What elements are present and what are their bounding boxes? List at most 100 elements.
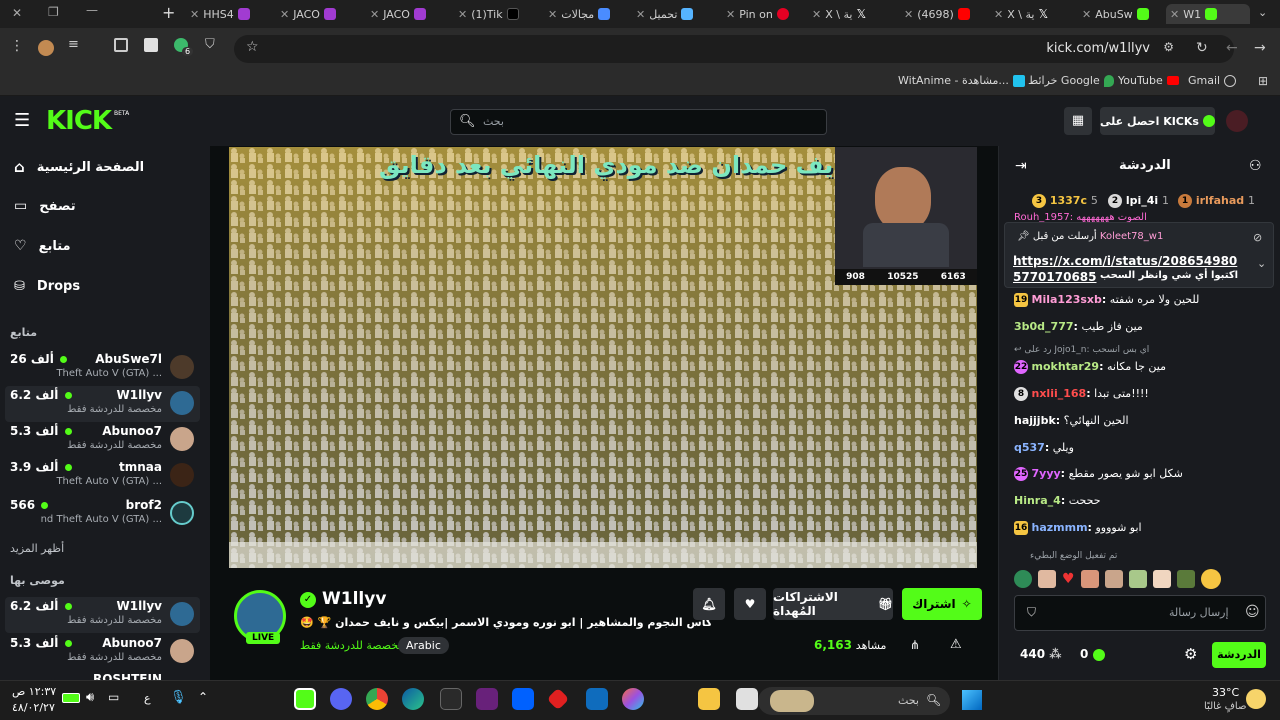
taskview-icon[interactable] xyxy=(736,688,758,710)
search-bar[interactable]: 🔍︎ بحث xyxy=(450,109,827,135)
kick-logo[interactable]: KICK xyxy=(46,106,112,136)
extension-avatar-icon[interactable] xyxy=(38,40,54,56)
video-player[interactable]: نايف حمدان ضد مودي النهائي بعد دقايق 908… xyxy=(229,147,977,568)
tab-search-icon[interactable]: ⌄ xyxy=(1258,6,1267,19)
sidebar-channel[interactable]: 3.9 ألف tmnaa Theft Auto V (GTA) ... xyxy=(5,458,200,494)
notifications-button[interactable]: 🔔︎ xyxy=(693,588,725,620)
clips-button[interactable]: ▦ xyxy=(1064,107,1092,135)
browser-tab[interactable]: ✕ (1)Tik xyxy=(458,4,538,24)
tray-chevron-icon[interactable]: ⌃ xyxy=(198,690,208,704)
emote-icon[interactable] xyxy=(1038,570,1056,588)
show-more-link[interactable]: أظهر المزيد xyxy=(10,542,64,555)
battery-icon[interactable] xyxy=(62,693,80,703)
extension-tv-icon[interactable] xyxy=(144,38,158,52)
emote-icon[interactable] xyxy=(1176,570,1195,588)
monitor-icon[interactable]: ▭ xyxy=(108,690,119,704)
gift-subs-button[interactable]: الاشتراكات المُهداة 🎁︎ xyxy=(773,588,893,620)
chat-input[interactable]: ⛉ إرسال رسالة ☺ xyxy=(1014,595,1266,631)
nav-browse[interactable]: ▭ تصفح xyxy=(14,198,76,214)
language-indicator[interactable]: ع xyxy=(144,692,151,705)
outlook-icon[interactable] xyxy=(586,688,608,710)
bookmark-star-icon[interactable]: ☆ xyxy=(246,39,259,55)
sidebar-channel-active[interactable]: 6.2 ألف W1llyv مخصصة للدردشة فقط xyxy=(5,597,200,633)
hamburger-menu-icon[interactable]: ☰ xyxy=(14,110,30,131)
leaderboard-item[interactable]: 2 lpi_4i 1 xyxy=(1108,194,1169,208)
expand-pinned-icon[interactable]: ⌄ xyxy=(1257,257,1266,270)
clock-date[interactable]: ٤٨/٠٢/٢٧ xyxy=(12,701,55,714)
browser-tab[interactable]: ✕ مجالات xyxy=(548,4,628,24)
new-tab-button[interactable]: + xyxy=(162,3,175,22)
get-kicks-button[interactable]: احصل على KICKs xyxy=(1100,107,1215,135)
subscribe-button[interactable]: اشتراك ✧ xyxy=(902,588,982,620)
users-icon[interactable]: ⚇ xyxy=(1249,158,1262,174)
restore-window-icon[interactable]: ❐ xyxy=(48,5,59,19)
close-window-icon[interactable]: ✕ xyxy=(12,6,22,20)
emote-icon[interactable] xyxy=(1152,570,1171,588)
search-icon[interactable]: 🔍︎ xyxy=(459,114,476,129)
user-avatar[interactable] xyxy=(1226,110,1248,132)
site-settings-icon[interactable]: ⚙ xyxy=(1163,40,1174,54)
stream-category[interactable]: مخصصة للدردشة فقط xyxy=(300,639,404,652)
epic-games-icon[interactable] xyxy=(440,688,462,710)
chrome-icon[interactable] xyxy=(366,688,388,710)
emote-icon[interactable] xyxy=(1080,570,1099,588)
browser-tab[interactable]: ✕ تحميل xyxy=(636,4,716,24)
sidebar-channel[interactable]: 26 ألف AbuSwe7l Theft Auto V (GTA) ... xyxy=(5,350,200,386)
taskbar-search[interactable]: 🔍︎ بحث xyxy=(758,687,950,715)
weather-icon[interactable] xyxy=(1246,689,1266,709)
channel-title[interactable]: W1llyv xyxy=(322,589,386,609)
emote-icon[interactable] xyxy=(1014,570,1032,588)
windows-start-icon[interactable] xyxy=(962,690,982,710)
sidebar-channel[interactable]: 566 brof2 nd Theft Auto V (GTA) ... xyxy=(5,496,200,532)
copilot-icon[interactable] xyxy=(622,688,644,710)
leaderboard-item[interactable]: 1 irlfahad 1 xyxy=(1178,194,1255,208)
collapse-chat-icon[interactable]: ⇥ xyxy=(1015,158,1027,174)
bookmarks-apps-icon[interactable]: ⊞ xyxy=(1258,74,1268,88)
emote-icon[interactable] xyxy=(1104,570,1123,588)
follow-heart-button[interactable]: ♥ xyxy=(734,588,766,620)
emoji-icon[interactable]: ☺ xyxy=(1245,604,1260,620)
bookmark-youtube[interactable]: YouTube xyxy=(1118,74,1179,87)
share-icon[interactable]: ⋔ xyxy=(910,638,920,652)
emote-icon[interactable] xyxy=(1128,570,1147,588)
browser-tab[interactable]: ✕ X \ ية 𝕏 xyxy=(812,4,887,24)
browser-tab[interactable]: ✕ (4698) xyxy=(904,4,984,24)
browser-tab[interactable]: ✕ AbuSw xyxy=(1082,4,1157,24)
playlist-icon[interactable]: ≡ xyxy=(68,37,79,52)
send-chat-button[interactable]: الدردشة xyxy=(1212,642,1266,668)
microphone-icon[interactable]: 🎙︎ xyxy=(170,690,187,705)
nav-drops[interactable]: ⛁ Drops xyxy=(14,279,80,294)
extensions-puzzle-icon[interactable] xyxy=(114,38,128,52)
points-display[interactable]: 440 ⁂ xyxy=(1020,647,1062,661)
leaderboard-item[interactable]: 3 1337c 5 xyxy=(1032,194,1098,208)
bookmark-gmail[interactable]: Gmail xyxy=(1188,74,1237,87)
nav-following[interactable]: ♡ متابع xyxy=(14,238,71,254)
discord-icon[interactable] xyxy=(330,688,352,710)
clock-time[interactable]: ١٢:٣٧ ص xyxy=(12,685,56,698)
minimize-window-icon[interactable]: — xyxy=(86,3,98,17)
file-explorer-icon[interactable] xyxy=(698,688,720,710)
shield-icon[interactable]: ⛉ xyxy=(205,37,215,52)
reload-icon[interactable]: ↻ xyxy=(1196,40,1208,56)
report-icon[interactable]: ⚠ xyxy=(950,637,962,652)
browser-tab[interactable]: ✕ Pin on xyxy=(726,4,796,24)
url-bar[interactable]: ☆ kick.com/w1llyv ⚙ xyxy=(234,35,1234,63)
volume-icon[interactable]: 🔊︎ xyxy=(86,690,94,705)
nav-home[interactable]: ⌂ الصفحة الرئيسية xyxy=(14,158,144,176)
visual-studio-icon[interactable] xyxy=(476,688,498,710)
chat-settings-icon[interactable]: ⚙ xyxy=(1184,645,1197,663)
sidebar-channel[interactable]: 5.3 ألف Abunoo7 مخصصة للدردشة فقط xyxy=(5,634,200,670)
taskbar-app-icon[interactable] xyxy=(294,688,316,710)
edge-icon[interactable] xyxy=(402,688,424,710)
bookmark-witanime[interactable]: WitAnime - مشاهدة... xyxy=(898,74,1025,87)
unpin-icon[interactable]: ⊘ xyxy=(1253,231,1262,244)
forward-icon[interactable]: ← xyxy=(1226,40,1238,56)
browser-tab-active[interactable]: ✕ W1 xyxy=(1166,4,1250,24)
browser-tab[interactable]: ✕ JACO xyxy=(280,4,360,24)
sidebar-channel-active[interactable]: 6.2 ألف W1llyv مخصصة للدردشة فقط xyxy=(5,386,200,422)
kicks-balance[interactable]: 0 xyxy=(1080,647,1105,661)
emote-icon[interactable]: ♥ xyxy=(1062,571,1075,587)
browser-tab[interactable]: ✕ X \ ية 𝕏 xyxy=(994,4,1069,24)
back-icon[interactable]: → xyxy=(1254,40,1266,56)
language-tag[interactable]: Arabic xyxy=(398,637,449,654)
